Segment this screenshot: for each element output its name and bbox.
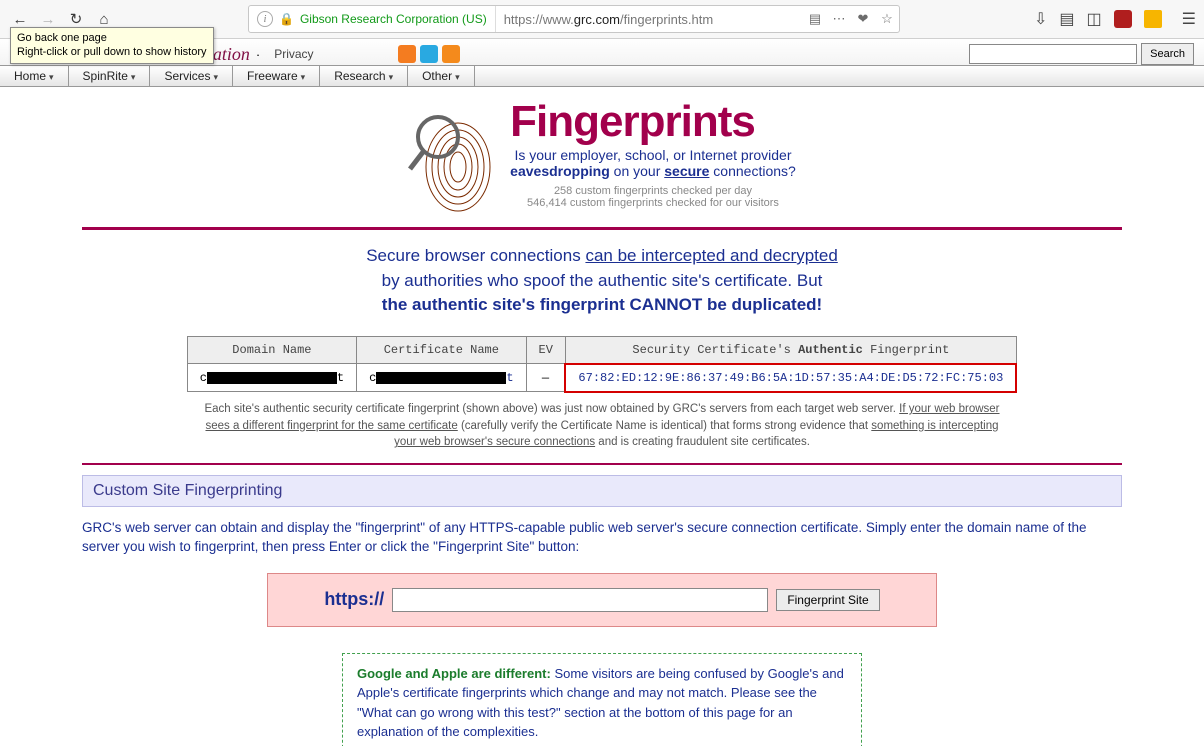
lead-text: Secure browser connections can be interc… (52, 244, 1152, 318)
divider (82, 227, 1122, 230)
fingerprint-button[interactable]: Fingerprint Site (776, 589, 879, 611)
toolbar-right: ⇩ ▤ ◫ ☰ (1034, 9, 1198, 29)
menu-research[interactable]: Research▾ (320, 66, 408, 86)
reader-icon[interactable]: ▤ (803, 11, 827, 27)
site-identity-chip[interactable]: i 🔒 Gibson Research Corporation (US) (249, 6, 496, 32)
url-text: https://www.grc.com/fingerprints.htm (496, 12, 803, 27)
menu-freeware[interactable]: Freeware▾ (233, 66, 320, 86)
col-domain: Domain Name (187, 336, 356, 364)
back-tooltip: Go back one page Right-click or pull dow… (10, 27, 214, 64)
domain-input[interactable] (392, 588, 768, 612)
section-desc: GRC's web server can obtain and display … (82, 519, 1122, 557)
page-title: Fingerprints (510, 97, 796, 147)
lock-icon: 🔒 (279, 12, 294, 26)
proto-label: https:// (324, 589, 384, 610)
search-input[interactable] (969, 44, 1137, 64)
menu-spinrite[interactable]: SpinRite▾ (69, 66, 151, 86)
col-ev: EV (526, 336, 565, 364)
browser-toolbar: ← → ↻ ⌂ i 🔒 Gibson Research Corporation … (0, 0, 1204, 39)
table-header-row: Domain Name Certificate Name EV Security… (187, 336, 1016, 364)
privacy-link[interactable]: Privacy (274, 47, 313, 61)
title-sep: · (256, 47, 260, 62)
table-row: ct ct — 67:82:ED:12:9E:86:37:49:B6:5A:1D… (187, 364, 1016, 392)
sidebar-icon[interactable]: ◫ (1087, 9, 1102, 29)
address-bar[interactable]: i 🔒 Gibson Research Corporation (US) htt… (248, 5, 900, 33)
downloads-icon[interactable]: ⇩ (1034, 9, 1047, 29)
col-certname: Certificate Name (357, 336, 526, 364)
hero: Fingerprints Is your employer, school, o… (52, 87, 1152, 223)
cell-fingerprint: 67:82:ED:12:9E:86:37:49:B6:5A:1D:57:35:A… (565, 364, 1016, 392)
hero-stats: 258 custom fingerprints checked per day … (510, 185, 796, 209)
library-icon[interactable]: ▤ (1059, 9, 1074, 29)
social-icons (398, 45, 460, 63)
callout-box: Google and Apple are different: Some vis… (342, 653, 862, 746)
fingerprint-form: https:// Fingerprint Site (267, 573, 937, 627)
divider-thin (82, 463, 1122, 465)
rss-icon[interactable] (442, 45, 460, 63)
cell-ev: — (526, 364, 565, 392)
page-main: Fingerprints Is your employer, school, o… (52, 87, 1152, 746)
cert-org: Gibson Research Corporation (US) (300, 12, 487, 26)
menu-icon[interactable]: ☰ (1182, 9, 1196, 29)
bookmark-star-icon[interactable]: ☆ (875, 11, 899, 27)
twitter-icon[interactable] (420, 45, 438, 63)
pocket-icon[interactable]: ❤ (851, 11, 875, 27)
site-search: Search (969, 43, 1194, 65)
cell-certname: ct (357, 364, 526, 392)
more-icon[interactable]: ⋯ (827, 11, 851, 27)
table-note: Each site's authentic security certifica… (202, 401, 1002, 451)
search-button[interactable]: Search (1141, 43, 1194, 65)
menu-services[interactable]: Services▾ (150, 66, 233, 86)
fingerprint-icon (408, 97, 496, 217)
col-fingerprint: Security Certificate's Authentic Fingerp… (565, 336, 1016, 364)
menu-home[interactable]: Home▾ (0, 66, 69, 86)
ublock-icon[interactable] (1114, 10, 1132, 28)
menu-bar: Home▾ SpinRite▾ Services▾ Freeware▾ Rese… (0, 65, 1204, 87)
section-header: Custom Site Fingerprinting (82, 475, 1122, 507)
extension-icon[interactable] (1144, 10, 1162, 28)
fingerprint-table: Domain Name Certificate Name EV Security… (187, 336, 1018, 393)
menu-other[interactable]: Other▾ (408, 66, 475, 86)
info-icon: i (257, 11, 273, 27)
cell-domain: ct (187, 364, 356, 392)
blogger-icon[interactable] (398, 45, 416, 63)
hero-subtitle: Is your employer, school, or Internet pr… (510, 147, 796, 179)
